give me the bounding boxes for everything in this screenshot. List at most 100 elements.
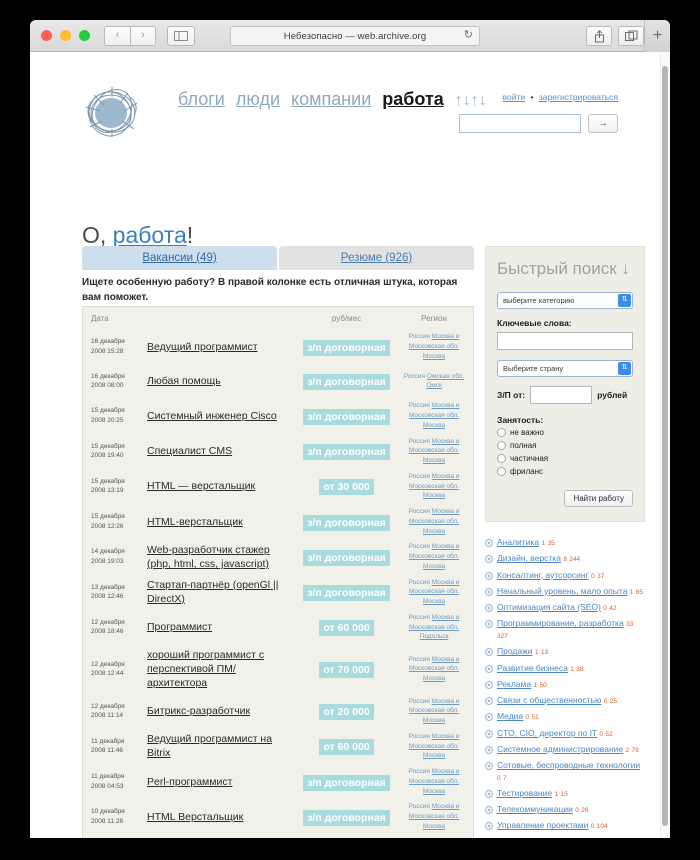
tab-vakansii[interactable]: Вакансии (49) <box>82 246 277 270</box>
maximize-window-button[interactable] <box>79 30 90 41</box>
header-search-input[interactable] <box>459 114 581 133</box>
share-button[interactable] <box>586 26 612 46</box>
category-link[interactable]: Телекоммуникации <box>497 804 573 814</box>
region-link[interactable]: Москва <box>423 675 445 682</box>
region-link[interactable]: Россия <box>404 373 425 380</box>
region-link[interactable]: Россия <box>409 579 430 586</box>
category-link[interactable]: CTO, CIO, директор по IT <box>497 728 597 738</box>
region-link[interactable]: Москва <box>423 788 445 795</box>
page-title-link[interactable]: работа <box>113 222 187 248</box>
category-link[interactable]: Оптимизация сайта (SEO) <box>497 602 601 612</box>
job-title-link[interactable]: HTML-верстальщик <box>147 516 243 528</box>
job-title-link[interactable]: хороший программист с перспективой ПМ/ар… <box>147 649 264 689</box>
job-title-link[interactable]: Битрикс-разработчик <box>147 705 250 717</box>
forward-button[interactable]: › <box>130 25 156 46</box>
category-link[interactable]: Управление проектами <box>497 820 588 830</box>
category-link[interactable]: Развитие бизнеса <box>497 663 568 673</box>
region-link[interactable]: Москва <box>423 528 445 535</box>
region-link[interactable]: Москва <box>423 598 445 605</box>
region-link[interactable]: Россия <box>409 614 430 621</box>
category-link[interactable]: Дизайн, верстка <box>497 553 561 563</box>
salary-input[interactable] <box>530 386 593 404</box>
job-title-link[interactable]: Любая помощь <box>147 375 221 387</box>
header-search-button[interactable]: → <box>588 114 618 133</box>
sort-arrows-icon[interactable]: ↑↓↑↓ <box>455 92 487 110</box>
region-link[interactable]: Россия <box>409 438 430 445</box>
nav-item-blogi[interactable]: блоги <box>178 89 225 110</box>
region-link[interactable]: Москва <box>423 717 445 724</box>
login-link[interactable]: войти <box>503 92 526 102</box>
category-select[interactable]: выберите категорию ⇅ <box>497 292 633 309</box>
show-tabs-button[interactable] <box>618 26 644 46</box>
region-link[interactable]: Россия <box>409 768 430 775</box>
back-button[interactable]: ‹ <box>104 25 130 46</box>
job-title-link[interactable]: HTML — верстальщик <box>147 480 255 492</box>
category-link[interactable]: Программирование, разработка <box>497 618 624 628</box>
nav-item-rabota[interactable]: работа <box>382 89 444 110</box>
employment-option-2[interactable]: частичная <box>497 454 633 463</box>
radio-icon[interactable] <box>497 428 506 437</box>
category-link[interactable]: Тестирование <box>497 788 552 798</box>
region-link[interactable]: Москва <box>423 563 445 570</box>
address-bar[interactable]: Небезопасно — web.archive.org ↻ <box>230 26 480 46</box>
page-scrollbar-track[interactable] <box>660 52 670 838</box>
employment-option-0[interactable]: не важно <box>497 428 633 437</box>
nav-item-kompanii[interactable]: компании <box>291 89 371 110</box>
category-link[interactable]: Консалтинг, аутсорсинг <box>497 570 589 580</box>
region-link[interactable]: Россия <box>409 698 430 705</box>
job-title-link[interactable]: Специалист CMS <box>147 445 232 457</box>
site-logo-icon[interactable] <box>82 85 144 139</box>
new-tab-button[interactable]: + <box>644 20 670 52</box>
region-link[interactable]: Россия <box>409 733 430 740</box>
region-link[interactable]: Омская обл. <box>427 373 464 380</box>
category-link[interactable]: Связи с общественностью <box>497 695 601 705</box>
radio-icon[interactable] <box>497 454 506 463</box>
job-title-link[interactable]: Стартап-партнёр (openGl || DirectX) <box>147 579 279 605</box>
minimize-window-button[interactable] <box>60 30 71 41</box>
register-link[interactable]: зарегистрироваться <box>539 92 618 102</box>
employment-option-1[interactable]: полная <box>497 441 633 450</box>
job-title-link[interactable]: Программист <box>147 621 212 633</box>
country-select[interactable]: Выберите страну ⇅ <box>497 360 633 377</box>
region-link[interactable]: Москва <box>423 492 445 499</box>
sidebar-toggle-button[interactable] <box>167 25 195 46</box>
region-link[interactable]: Россия <box>409 473 430 480</box>
region-link[interactable]: Россия <box>409 803 430 810</box>
category-link[interactable]: Реклама <box>497 679 531 689</box>
find-job-button[interactable]: Найти работу <box>564 490 633 507</box>
job-title-link[interactable]: Ведущий программист на Bitrix <box>147 733 272 759</box>
category-link[interactable]: Аналитика <box>497 537 539 547</box>
close-window-button[interactable] <box>41 30 52 41</box>
region-link[interactable]: Москва <box>423 752 445 759</box>
radio-icon[interactable] <box>497 441 506 450</box>
page-scrollbar-thumb[interactable] <box>662 66 668 826</box>
reload-icon[interactable]: ↻ <box>464 30 473 41</box>
region-link[interactable]: Москва <box>423 422 445 429</box>
nav-item-lyudi[interactable]: люди <box>236 89 280 110</box>
region-link[interactable]: Россия <box>409 543 430 550</box>
employment-option-3[interactable]: фриланс <box>497 467 633 476</box>
job-title-link[interactable]: Perl-программист <box>147 776 232 788</box>
radio-icon[interactable] <box>497 467 506 476</box>
job-title-link[interactable]: Системный инженер Cisco <box>147 410 277 422</box>
region-link[interactable]: Подольск <box>420 633 449 640</box>
category-link[interactable]: Начальный уровень, мало опыта <box>497 586 627 596</box>
region-link[interactable]: Россия <box>409 508 430 515</box>
region-link[interactable]: Москва <box>423 823 445 830</box>
job-title-link[interactable]: Ведущий программист <box>147 341 258 353</box>
region-link[interactable]: Москва <box>423 457 445 464</box>
category-link[interactable]: Медиа <box>497 711 523 721</box>
category-link[interactable]: Продажи <box>497 646 533 656</box>
region-link[interactable]: Омск <box>426 382 442 389</box>
category-link[interactable]: Системное администрирование <box>497 744 623 754</box>
job-title-link[interactable]: Web-разработчик стажер (php, html, css, … <box>147 544 270 570</box>
tab-rezume[interactable]: Резюме (926) <box>279 246 474 270</box>
region-link[interactable]: Россия <box>409 656 430 663</box>
region-link[interactable]: Россия <box>409 402 430 409</box>
keywords-input[interactable] <box>497 332 633 350</box>
region-link[interactable]: Россия <box>409 333 430 340</box>
job-title-link[interactable]: HTML Верстальщик <box>147 811 243 823</box>
region-link[interactable]: Москва <box>423 353 445 360</box>
category-link[interactable]: Сотовые, беспроводные технологии <box>497 760 640 770</box>
category-link[interactable]: Электронная коммерция <box>497 837 595 838</box>
